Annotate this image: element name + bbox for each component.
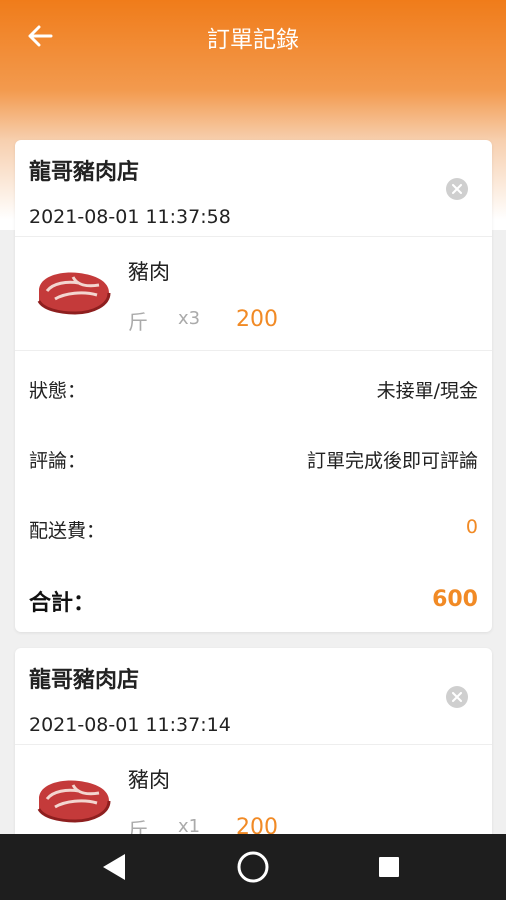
status-label: 狀態： (29, 380, 87, 402)
total-value: 600 (432, 587, 478, 612)
nav-back-button[interactable] (74, 834, 154, 900)
status-value: 未接單/現金 (376, 380, 478, 402)
divider (15, 744, 492, 745)
pork-image (37, 780, 111, 823)
home-circle-icon (237, 851, 269, 883)
nav-recents-button[interactable] (349, 834, 429, 900)
delivery-fee-value: 0 (465, 516, 478, 538)
page-title: 訂單記錄 (207, 27, 299, 53)
close-icon (452, 184, 462, 194)
remove-order-button[interactable] (446, 178, 468, 200)
review-value[interactable]: 訂單完成後即可評論 (307, 446, 478, 473)
app-header: 訂單記錄 (0, 0, 506, 70)
close-icon (452, 692, 462, 702)
review-label: 評論： (29, 450, 87, 472)
order-time: 2021-08-01 11:37:14 (29, 714, 231, 736)
product-name: 豬肉 (128, 768, 170, 792)
product-quantity: x3 (178, 308, 201, 329)
nav-home-button[interactable] (213, 834, 293, 900)
product-price: 200 (236, 307, 278, 332)
shop-name: 龍哥豬肉店 (29, 160, 140, 185)
divider (15, 350, 492, 351)
total-label: 合計： (29, 591, 96, 616)
order-card[interactable]: 龍哥豬肉店 2021-08-01 11:37:14 豬肉 斤 x1 200 (15, 648, 492, 848)
recents-square-icon (379, 857, 399, 877)
divider (15, 236, 492, 237)
delivery-fee-label: 配送費： (29, 520, 106, 542)
shop-name: 龍哥豬肉店 (29, 668, 140, 693)
pork-image (37, 272, 111, 315)
order-time: 2021-08-01 11:37:58 (29, 206, 231, 228)
back-triangle-icon (103, 854, 125, 880)
product-unit: 斤 (128, 310, 148, 334)
order-card[interactable]: 龍哥豬肉店 2021-08-01 11:37:58 豬肉 斤 x3 200 狀態… (15, 140, 492, 632)
remove-order-button[interactable] (446, 686, 468, 708)
system-navigation-bar (0, 834, 506, 900)
product-name: 豬肉 (128, 260, 170, 284)
